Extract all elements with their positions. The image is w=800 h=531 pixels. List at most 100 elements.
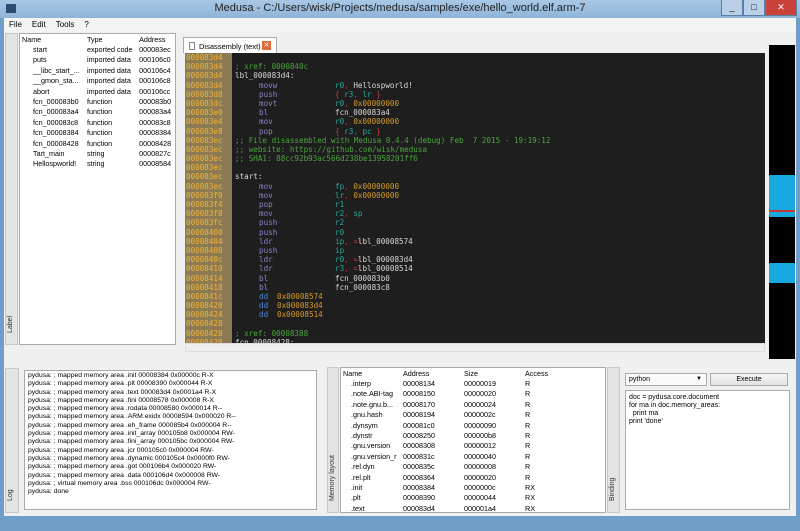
- execute-button[interactable]: Execute: [710, 373, 788, 386]
- disasm-line[interactable]: 000083ec ;; File disassembled with Medusa…: [185, 136, 765, 145]
- label-row[interactable]: puts imported data 000106c0: [20, 55, 175, 65]
- memory-row[interactable]: .gnu.version 00008308 00000012 R: [341, 441, 550, 451]
- section-address: 00008194: [403, 410, 435, 420]
- label-row[interactable]: Tart_main string 0000827c: [20, 148, 175, 158]
- label-row[interactable]: Hellospworld! string 00008584: [20, 159, 175, 169]
- disasm-line[interactable]: 000083e4 mov r0, 0x00000000: [185, 117, 765, 126]
- disasm-line[interactable]: 000083f8 mov r2, sp: [185, 209, 765, 218]
- column-type[interactable]: Type: [85, 34, 137, 44]
- label-row[interactable]: fcn_000083b0 function 000083b0: [20, 96, 175, 106]
- disasm-line[interactable]: 000083ec ;; website: https://github.com/w…: [185, 145, 765, 154]
- menu-edit[interactable]: Edit: [27, 18, 51, 31]
- memory-row[interactable]: .rel.dyn 0000835c 00000008 R: [341, 462, 550, 472]
- disassembly-view[interactable]: 000083d4 000083d4; xref: 0000840c 000083d4…: [185, 53, 765, 343]
- disasm-line[interactable]: 000083ec start:: [185, 172, 765, 181]
- memory-row[interactable]: .dynsym 000081c0 00000090 R: [341, 420, 550, 430]
- disasm-line[interactable]: 00008404 ldr ip, =lbl_00008574: [185, 237, 765, 246]
- minimize-button[interactable]: _: [721, 0, 743, 16]
- memory-row[interactable]: .dynstr 00008250 000000b8 R: [341, 430, 550, 440]
- operand-pun: ,: [344, 98, 354, 108]
- disasm-line[interactable]: 000083ec: [185, 163, 765, 172]
- label-row[interactable]: abort imported data 000106cc: [20, 86, 175, 96]
- binding-dock-tab[interactable]: Binding: [607, 367, 620, 513]
- disasm-line[interactable]: 00008424 dd 0x00008514: [185, 310, 765, 319]
- memory-row[interactable]: .note.ABI-tag 00008150 00000020 R: [341, 389, 550, 399]
- operand-pun: ,: [344, 209, 354, 219]
- label-row[interactable]: fcn_000083c8 function 000083c8: [20, 117, 175, 127]
- disasm-line[interactable]: 00008428 ; xref: 00008388: [185, 329, 765, 338]
- column-address[interactable]: Address: [401, 368, 462, 378]
- memory-row[interactable]: .interp 00008134 00000019 R: [341, 378, 550, 388]
- disasm-line[interactable]: 000083d8 push { r3, lr }: [185, 90, 765, 99]
- disasm-line[interactable]: 00008428: [185, 319, 765, 328]
- column-name[interactable]: Name: [20, 34, 85, 44]
- disasm-line[interactable]: 000083e8 pop { r3, pc }: [185, 127, 765, 136]
- memory-row[interactable]: .note.gnu.b... 00008170 00000024 R: [341, 399, 550, 409]
- disasm-line[interactable]: 0000840c ldr r0, =lbl_000083d4: [185, 255, 765, 264]
- disasm-line[interactable]: 000083ec mov fp, 0x00000000: [185, 182, 765, 191]
- operand-reg: pc: [362, 126, 372, 136]
- horizontal-scrollbar[interactable]: [185, 343, 765, 352]
- log-line: pydusa: ; mapped memory area .plt 000083…: [28, 380, 213, 388]
- disasm-line[interactable]: 00008414 bl fcn_000083b0: [185, 274, 765, 283]
- operands: r0, =lbl_000083d4: [335, 255, 413, 264]
- memory-row[interactable]: .gnu.version_r 0000831c 00000040 R: [341, 451, 550, 461]
- menu-help[interactable]: ?: [79, 18, 93, 31]
- disasm-line[interactable]: 000083f4 pop r1: [185, 200, 765, 209]
- memory-dock-tab[interactable]: Memory layout: [327, 367, 339, 513]
- memory-row[interactable]: .text 000083d4 000001a4 RX: [341, 503, 550, 512]
- disasm-line[interactable]: 000083d4 ; xref: 0000840c: [185, 62, 765, 71]
- disasm-line[interactable]: 00008418 bl fcn_000083c8: [185, 283, 765, 292]
- operand-num: 0x000083d4: [277, 301, 323, 311]
- operands: r0: [335, 228, 344, 237]
- disasm-line[interactable]: 000083dc movt r0, 0x00000000: [185, 99, 765, 108]
- script-editor[interactable]: doc = pydusa.core.document for ma in doc…: [625, 390, 790, 510]
- disasm-line[interactable]: 000083f0 mov lr, 0x00000000: [185, 191, 765, 200]
- log-line: pydusa: ; virtual memory area .bss 00010…: [28, 479, 211, 487]
- disasm-line[interactable]: 000083ec ;; SHA1: 88cc92b93ac566d238be139…: [185, 154, 765, 163]
- label-dock-tab[interactable]: Label: [5, 33, 18, 345]
- close-button[interactable]: ✕: [765, 0, 797, 16]
- disasm-line[interactable]: 000083fc push r2: [185, 218, 765, 227]
- memory-row[interactable]: .rel.plt 00008364 00000020 R: [341, 472, 550, 482]
- minimap[interactable]: [769, 45, 795, 359]
- label-row[interactable]: fcn_000083a4 function 000083a4: [20, 107, 175, 117]
- memory-row[interactable]: .gnu.hash 00008194 0000002c R: [341, 410, 550, 420]
- column-name[interactable]: Name: [341, 368, 401, 378]
- menu-file[interactable]: File: [4, 18, 27, 31]
- disasm-line[interactable]: 0000841c dd 0x00008574: [185, 292, 765, 301]
- disasm-line[interactable]: 00008400 push r0: [185, 228, 765, 237]
- language-select[interactable]: python ▼: [625, 373, 707, 386]
- label-row[interactable]: __gmon_sta... imported data 000106c8: [20, 76, 175, 86]
- disasm-line[interactable]: 00008408 push ip: [185, 246, 765, 255]
- memory-row[interactable]: .plt 00008390 00000044 RX: [341, 493, 550, 503]
- disasm-line[interactable]: 00008410 ldr r3, =lbl_00008514: [185, 264, 765, 273]
- disasm-line[interactable]: 000083d4: [185, 53, 765, 62]
- log-dock-tab[interactable]: Log: [5, 368, 19, 513]
- column-size[interactable]: Size: [462, 368, 523, 378]
- maximize-button[interactable]: □: [743, 0, 765, 16]
- label-row[interactable]: start exported code 000083ec: [20, 44, 175, 54]
- section-access: R: [525, 389, 531, 399]
- disasm-line[interactable]: 000083e0 bl fcn_000083a4: [185, 108, 765, 117]
- tab-close-icon[interactable]: ✕: [262, 41, 271, 50]
- operand-pun: ,: [344, 181, 354, 191]
- line-address: 000083ec: [186, 181, 223, 191]
- menu-tools[interactable]: Tools: [51, 18, 80, 31]
- tab-disassembly[interactable]: Disassembly (text) ✕: [183, 37, 277, 53]
- label-row[interactable]: __libc_start_... imported data 000106c4: [20, 65, 175, 75]
- disasm-line[interactable]: 000083d4 lbl_000083d4:: [185, 71, 765, 80]
- line-address: 00008400: [186, 227, 223, 237]
- line-address: 000083ec: [186, 163, 223, 173]
- log-output[interactable]: pydusa: ; mapped memory area .init 00008…: [24, 370, 317, 510]
- disasm-line[interactable]: 00008420 dd 0x000083d4: [185, 301, 765, 310]
- column-address[interactable]: Address: [137, 34, 175, 44]
- log-line: pydusa: ; mapped memory area .jcr 000105…: [28, 446, 214, 454]
- disasm-line[interactable]: 000083d4 movw r0, Hellospworld!: [185, 81, 765, 90]
- memory-row[interactable]: .init 00008384 0000000c RX: [341, 482, 550, 492]
- memory-layout-table[interactable]: Name Address Size Access .interp 00008134 0…: [340, 367, 606, 513]
- label-row[interactable]: fcn_00008428 function 00008428: [20, 138, 175, 148]
- label-row[interactable]: fcn_00008384 function 00008384: [20, 128, 175, 138]
- label-list[interactable]: Name Type Address start exported code 00008…: [19, 33, 176, 345]
- column-access[interactable]: Access: [523, 368, 550, 378]
